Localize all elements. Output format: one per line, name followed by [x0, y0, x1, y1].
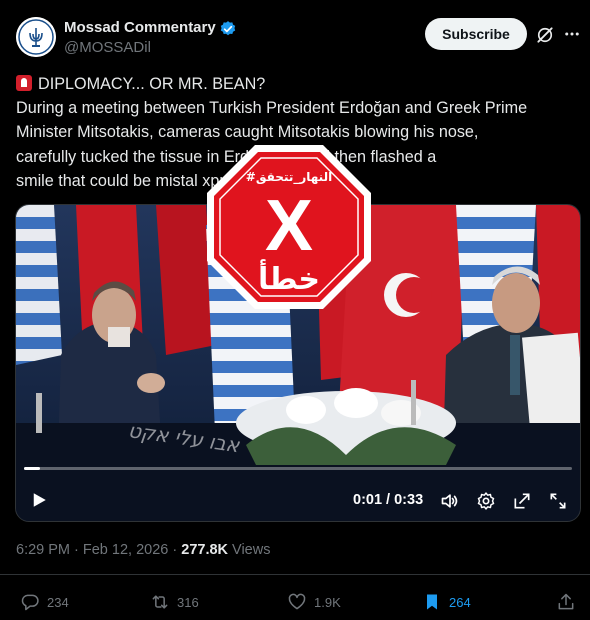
- play-icon[interactable]: [30, 491, 48, 509]
- video-time: 0:01 / 0:33: [353, 492, 424, 508]
- repost-count: 316: [177, 594, 199, 610]
- grok-icon[interactable]: [535, 25, 555, 45]
- share-icon: [558, 593, 574, 610]
- views-count: 277.8K: [181, 542, 229, 558]
- settings-gear-icon[interactable]: [476, 491, 496, 511]
- bookmark-icon: [427, 594, 437, 610]
- fullscreen-icon[interactable]: [548, 491, 568, 511]
- popout-icon[interactable]: [512, 491, 532, 511]
- tweet-date[interactable]: Feb 12, 2026: [83, 542, 168, 558]
- views-label: Views: [232, 542, 271, 558]
- author-name[interactable]: Mossad Commentary: [64, 19, 216, 36]
- tweet-header: Mossad Commentary @MOSSADil Subscribe: [0, 0, 590, 66]
- mossad-emblem-icon: [16, 17, 56, 57]
- repost-button[interactable]: 316: [150, 592, 199, 612]
- tweet-time[interactable]: 6:29 PM: [16, 542, 70, 558]
- siren-icon: [16, 75, 32, 91]
- stamp-verdict: خطأ: [258, 259, 320, 297]
- divider: [0, 574, 590, 575]
- subscribe-button[interactable]: Subscribe: [425, 18, 527, 50]
- volume-icon[interactable]: [440, 491, 460, 511]
- stamp-hashtag: #النهار_تتحقق: [246, 170, 332, 185]
- reply-icon: [21, 594, 39, 611]
- more-options-icon[interactable]: [563, 25, 581, 43]
- video-progress-bar[interactable]: [24, 467, 572, 470]
- avatar[interactable]: [16, 17, 56, 57]
- false-claim-stamp: #النهار_تتحقق X خطأ: [207, 145, 371, 309]
- bookmark-count: 264: [449, 594, 471, 610]
- like-count: 1.9K: [314, 594, 341, 610]
- like-button[interactable]: 1.9K: [287, 592, 341, 612]
- tweet-meta: 6:29 PM · Feb 12, 2026 · 277.8K Views: [16, 542, 271, 558]
- bookmark-button[interactable]: 264: [422, 592, 471, 612]
- author-handle[interactable]: @MOSSADil: [64, 39, 151, 56]
- heart-icon: [288, 593, 306, 610]
- tweet-line-1: DIPLOMACY... OR MR. BEAN?: [16, 72, 580, 96]
- video-progress-fill: [24, 467, 41, 470]
- reply-count: 234: [47, 594, 69, 610]
- stamp-x-mark: X: [265, 186, 313, 266]
- repost-icon: [152, 595, 168, 609]
- tweet-line-2: During a meeting between Turkish Preside…: [16, 99, 528, 118]
- verified-badge-icon: [220, 21, 236, 36]
- reply-button[interactable]: 234: [20, 592, 69, 612]
- share-button[interactable]: [556, 592, 583, 612]
